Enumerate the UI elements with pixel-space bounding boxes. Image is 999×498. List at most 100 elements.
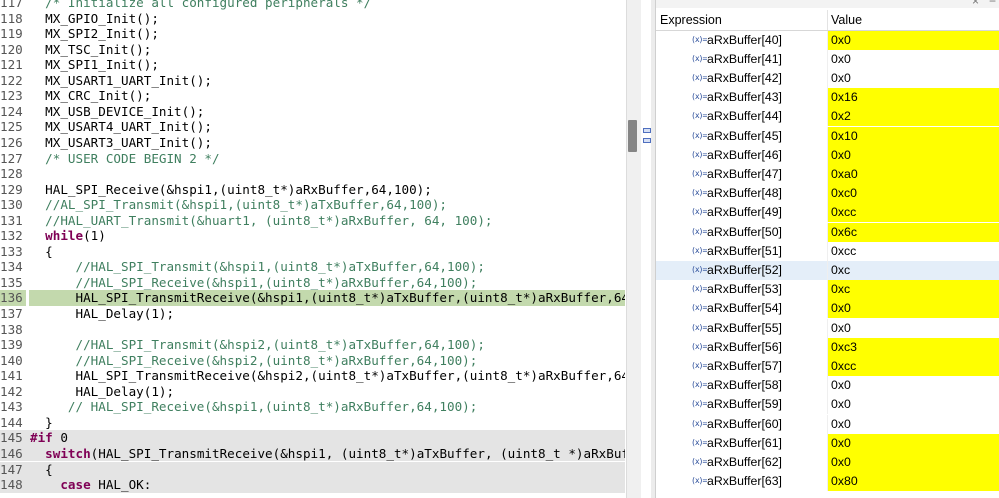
expression-row[interactable]: (x)= aRxBuffer[60] 0x0 <box>656 414 999 434</box>
changed-value-cell[interactable]: 0x0 <box>828 433 999 453</box>
code-line[interactable]: 133 { <box>0 243 625 260</box>
expression-row[interactable]: (x)= aRxBuffer[55] 0x0 <box>656 318 999 338</box>
changed-value-cell[interactable]: 0xc3 <box>828 337 999 357</box>
code-line[interactable]: 126 MX_USART3_UART_Init(); <box>0 134 625 151</box>
code-editor[interactable]: 117 /* Initialize all configured periphe… <box>0 0 625 498</box>
code-line[interactable]: 122 MX_USART1_UART_Init(); <box>0 72 625 89</box>
code-line[interactable]: 138 <box>0 321 625 338</box>
code-line[interactable]: 134 //HAL_SPI_Transmit(&hspi1,(uint8_t*)… <box>0 259 625 275</box>
expression-row[interactable]: (x)= aRxBuffer[48] 0xc0 <box>656 184 999 204</box>
code-line[interactable]: 143 // HAL_SPI_Receive(&hspi1,(uint8_t*)… <box>0 399 625 415</box>
code-line[interactable]: 117 /* Initialize all configured periphe… <box>0 0 625 11</box>
expression-row[interactable]: (x)= aRxBuffer[45] 0x10 <box>656 126 999 146</box>
expression-row[interactable]: (x)= aRxBuffer[61] 0x0 <box>656 433 999 453</box>
value-cell[interactable]: 0x0 <box>828 69 999 88</box>
code-line[interactable]: 123 MX_CRC_Init(); <box>0 88 625 104</box>
value-cell[interactable]: 0x0 <box>828 395 999 414</box>
gutter-strip <box>26 72 29 89</box>
code-line[interactable]: 124 MX_USB_DEVICE_Init(); <box>0 103 625 120</box>
code-text: MX_SPI2_Init(); <box>30 26 159 42</box>
code-line[interactable]: 118 MX_GPIO_Init(); <box>0 10 625 27</box>
expression-row[interactable]: (x)= aRxBuffer[42] 0x0 <box>656 68 999 89</box>
code-line[interactable]: 131 //HAL_UART_Transmit(&huart1, (uint8_… <box>0 212 625 229</box>
value-cell[interactable]: 0xc <box>828 261 999 280</box>
line-number: 140 <box>0 352 23 368</box>
minimize-icon[interactable]: − <box>989 0 996 8</box>
expression-row[interactable]: (x)= aRxBuffer[54] 0x0 <box>656 299 999 319</box>
expression-row[interactable]: (x)= aRxBuffer[62] 0x0 <box>656 452 999 473</box>
code-line[interactable]: 119 MX_SPI2_Init(); <box>0 26 625 42</box>
code-line[interactable]: 144 } <box>0 414 625 431</box>
changed-value-cell[interactable]: 0x6c <box>828 222 999 242</box>
expression-row[interactable]: (x)= aRxBuffer[43] 0x16 <box>656 88 999 108</box>
expression-row[interactable]: (x)= aRxBuffer[53] 0xc <box>656 280 999 300</box>
expression-row[interactable]: (x)= aRxBuffer[47] 0xa0 <box>656 164 999 185</box>
column-header-expression[interactable]: Expression <box>660 13 722 27</box>
editor-scrollbar-thumb[interactable] <box>628 120 637 152</box>
code-line[interactable]: 140 //HAL_SPI_Receive(&hspi2,(uint8_t*)a… <box>0 352 625 369</box>
expression-name: aRxBuffer[54] <box>707 301 782 316</box>
editor-scrollbar[interactable] <box>626 0 641 498</box>
column-header-value[interactable]: Value <box>831 13 862 27</box>
code-line[interactable]: 129 HAL_SPI_Receive(&hspi1,(uint8_t*)aRx… <box>0 181 625 198</box>
expression-row[interactable]: (x)= aRxBuffer[57] 0xcc <box>656 356 999 377</box>
code-line[interactable]: 145 #if 0 <box>0 430 625 446</box>
expression-row[interactable]: (x)= aRxBuffer[51] 0xcc <box>656 241 999 261</box>
value-cell[interactable]: 0x0 <box>828 376 999 395</box>
code-line[interactable]: 139 //HAL_SPI_Transmit(&hspi2,(uint8_t*)… <box>0 337 625 353</box>
expression-row[interactable]: (x)= aRxBuffer[56] 0xc3 <box>656 337 999 357</box>
expression-row[interactable]: (x)= aRxBuffer[50] 0x6c <box>656 222 999 242</box>
code-line[interactable]: 135 //HAL_SPI_Receive(&hspi1,(uint8_t*)a… <box>0 274 625 291</box>
code-line[interactable]: 147 { <box>0 461 625 477</box>
expression-row[interactable]: (x)= aRxBuffer[52] 0xc <box>656 260 999 281</box>
value-cell[interactable]: 0xcc <box>828 242 999 261</box>
expression-name: aRxBuffer[51] <box>707 243 782 258</box>
expression-value: 0x0 <box>831 32 851 47</box>
changed-value-cell[interactable]: 0xc <box>828 280 999 300</box>
code-line[interactable]: 125 MX_USART4_UART_Init(); <box>0 119 625 135</box>
code-line[interactable]: 121 MX_SPI1_Init(); <box>0 57 625 73</box>
changed-value-cell[interactable]: 0x0 <box>828 299 999 319</box>
changed-value-cell[interactable]: 0x80 <box>828 472 999 492</box>
line-number: 120 <box>0 41 23 57</box>
changed-value-cell[interactable]: 0x16 <box>828 88 999 108</box>
code-line[interactable]: 130 //AL_SPI_Transmit(&hspi1,(uint8_t*)a… <box>0 197 625 213</box>
expression-row[interactable]: (x)= aRxBuffer[40] 0x0 <box>656 30 999 50</box>
overview-ruler-marker[interactable] <box>643 128 651 133</box>
changed-value-cell[interactable]: 0xa0 <box>828 164 999 185</box>
changed-value-cell[interactable]: 0xcc <box>828 203 999 223</box>
close-icon[interactable]: × <box>972 0 979 8</box>
overview-ruler-marker[interactable] <box>643 138 651 143</box>
changed-value-cell[interactable]: 0x0 <box>828 145 999 165</box>
changed-value-cell[interactable]: 0x0 <box>828 30 999 50</box>
value-cell[interactable]: 0x0 <box>828 50 999 69</box>
code-line[interactable]: 148 case HAL_OK: <box>0 477 625 493</box>
expression-row[interactable]: (x)= aRxBuffer[49] 0xcc <box>656 203 999 223</box>
changed-value-cell[interactable]: 0xc0 <box>828 184 999 204</box>
variable-icon: (x)= <box>691 72 707 82</box>
code-line[interactable]: 128 <box>0 166 625 182</box>
expression-row[interactable]: (x)= aRxBuffer[59] 0x0 <box>656 395 999 415</box>
code-line[interactable]: 136 HAL_SPI_TransmitReceive(&hspi1,(uint… <box>0 290 625 306</box>
code-line[interactable]: 141 HAL_SPI_TransmitReceive(&hspi2,(uint… <box>0 368 625 384</box>
changed-value-cell[interactable]: 0x10 <box>828 126 999 146</box>
changed-value-cell[interactable]: 0xcc <box>828 356 999 377</box>
column-separator[interactable] <box>827 10 828 30</box>
expression-row[interactable]: (x)= aRxBuffer[44] 0x2 <box>656 107 999 127</box>
code-line[interactable]: 137 HAL_Delay(1); <box>0 306 625 322</box>
code-line[interactable]: 146 switch(HAL_SPI_TransmitReceive(&hspi… <box>0 445 625 462</box>
code-line[interactable]: 120 MX_TSC_Init(); <box>0 41 625 58</box>
code-line[interactable]: 127 /* USER CODE BEGIN 2 */ <box>0 150 625 166</box>
expression-row[interactable]: (x)= aRxBuffer[41] 0x0 <box>656 49 999 69</box>
code-line[interactable]: 132 while(1) <box>0 228 625 244</box>
expression-row[interactable]: (x)= aRxBuffer[63] 0x80 <box>656 472 999 492</box>
expression-row[interactable]: (x)= aRxBuffer[58] 0x0 <box>656 376 999 396</box>
value-cell[interactable]: 0x0 <box>828 319 999 338</box>
gutter-strip <box>26 0 29 11</box>
expression-name: aRxBuffer[42] <box>707 70 782 85</box>
code-line[interactable]: 142 HAL_Delay(1); <box>0 383 625 400</box>
expression-row[interactable]: (x)= aRxBuffer[46] 0x0 <box>656 145 999 165</box>
value-cell[interactable]: 0x0 <box>828 415 999 434</box>
changed-value-cell[interactable]: 0x2 <box>828 107 999 127</box>
changed-value-cell[interactable]: 0x0 <box>828 452 999 473</box>
